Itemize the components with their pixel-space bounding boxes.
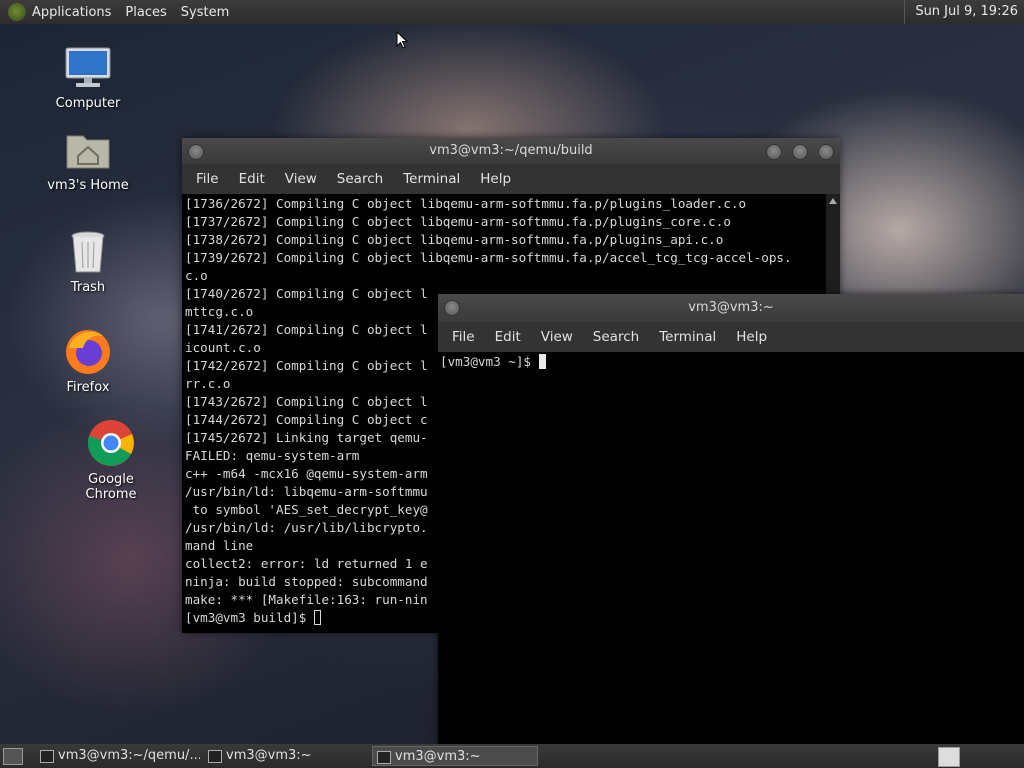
text-cursor bbox=[538, 354, 546, 369]
home-folder-icon bbox=[64, 126, 112, 174]
desktop-icon-computer[interactable]: Computer bbox=[38, 44, 138, 111]
menu-terminal[interactable]: Terminal bbox=[393, 171, 470, 187]
text-cursor bbox=[313, 610, 321, 625]
terminal-window-home[interactable]: vm3@vm3:~ File Edit View Search Terminal… bbox=[438, 294, 1024, 745]
minimize-icon[interactable] bbox=[766, 144, 782, 160]
taskbar-item[interactable]: vm3@vm3:~ bbox=[204, 746, 368, 766]
maximize-icon[interactable] bbox=[792, 144, 808, 160]
menu-search[interactable]: Search bbox=[583, 329, 649, 345]
menu-view[interactable]: View bbox=[275, 171, 327, 187]
distro-logo-icon[interactable] bbox=[8, 3, 26, 21]
menu-system[interactable]: System bbox=[181, 5, 229, 20]
chrome-icon bbox=[86, 418, 136, 468]
window-title: vm3@vm3:~/qemu/build bbox=[429, 143, 593, 158]
window-menu-icon[interactable] bbox=[444, 300, 460, 316]
top-panel: Applications Places System Sun Jul 9, 19… bbox=[0, 0, 1024, 24]
window-title: vm3@vm3:~ bbox=[688, 300, 774, 315]
workspace-switcher-icon[interactable] bbox=[938, 747, 960, 767]
terminal-line: [1738/2672] Compiling C object libqemu-a… bbox=[185, 232, 724, 247]
menu-file[interactable]: File bbox=[442, 329, 485, 345]
menu-applications[interactable]: Applications bbox=[32, 5, 111, 20]
desktop-icon-home[interactable]: vm3's Home bbox=[38, 126, 138, 193]
terminal-line: [1739/2672] Compiling C object libqemu-a… bbox=[185, 250, 792, 265]
menu-edit[interactable]: Edit bbox=[485, 329, 531, 345]
scroll-up-icon[interactable] bbox=[829, 198, 837, 204]
desktop-icon-chrome[interactable]: Google Chrome bbox=[61, 418, 161, 502]
titlebar[interactable]: vm3@vm3:~/qemu/build bbox=[182, 138, 840, 164]
taskbar-item-label: vm3@vm3:~ bbox=[395, 749, 481, 764]
menubar: File Edit View Search Terminal Help bbox=[182, 164, 840, 194]
desktop-icon-firefox[interactable]: Firefox bbox=[38, 326, 138, 395]
desktop-icon-label: Trash bbox=[70, 280, 106, 295]
taskbar-item-label: vm3@vm3:~ bbox=[226, 748, 312, 763]
terminal-line: c.o bbox=[185, 268, 208, 283]
show-desktop-icon[interactable] bbox=[3, 748, 23, 765]
close-icon[interactable] bbox=[818, 144, 834, 160]
titlebar[interactable]: vm3@vm3:~ bbox=[438, 294, 1024, 322]
terminal-line: [1737/2672] Compiling C object libqemu-a… bbox=[185, 214, 731, 229]
menu-terminal[interactable]: Terminal bbox=[649, 329, 726, 345]
desktop-icon-label: Google Chrome bbox=[85, 472, 137, 502]
shell-prompt: [vm3@vm3 ~]$ bbox=[440, 354, 539, 369]
desktop-icon-trash[interactable]: Trash bbox=[38, 228, 138, 295]
desktop-icon-label: vm3's Home bbox=[47, 178, 129, 193]
menu-help[interactable]: Help bbox=[470, 171, 521, 187]
terminal-line: [1736/2672] Compiling C object libqemu-a… bbox=[185, 196, 747, 211]
menubar: File Edit View Search Terminal Help bbox=[438, 322, 1024, 352]
taskbar-item[interactable]: vm3@vm3:~/qemu/... bbox=[36, 746, 200, 766]
menu-search[interactable]: Search bbox=[327, 171, 393, 187]
menu-places[interactable]: Places bbox=[125, 5, 166, 20]
firefox-icon bbox=[63, 326, 113, 376]
window-menu-icon[interactable] bbox=[188, 144, 204, 160]
terminal-icon bbox=[377, 751, 391, 764]
desktop-icon-label: Firefox bbox=[66, 380, 110, 395]
taskbar-item-label: vm3@vm3:~/qemu/... bbox=[58, 748, 200, 763]
trash-icon bbox=[64, 228, 112, 276]
taskbar-item-active[interactable]: vm3@vm3:~ bbox=[372, 746, 538, 766]
menu-edit[interactable]: Edit bbox=[229, 171, 275, 187]
clock[interactable]: Sun Jul 9, 19:26 bbox=[904, 0, 1024, 24]
menu-view[interactable]: View bbox=[531, 329, 583, 345]
terminal-output[interactable]: [vm3@vm3 ~]$ bbox=[438, 352, 1024, 745]
desktop-icon-label: Computer bbox=[55, 96, 121, 111]
terminal-icon bbox=[40, 750, 54, 763]
mouse-pointer-icon bbox=[396, 31, 408, 49]
menu-file[interactable]: File bbox=[186, 171, 229, 187]
terminal-icon bbox=[208, 750, 222, 763]
shell-prompt: [vm3@vm3 build]$ bbox=[185, 610, 314, 625]
bottom-panel: vm3@vm3:~/qemu/... vm3@vm3:~ vm3@vm3:~ bbox=[0, 744, 1024, 768]
computer-icon bbox=[64, 44, 112, 92]
menu-help[interactable]: Help bbox=[726, 329, 777, 345]
